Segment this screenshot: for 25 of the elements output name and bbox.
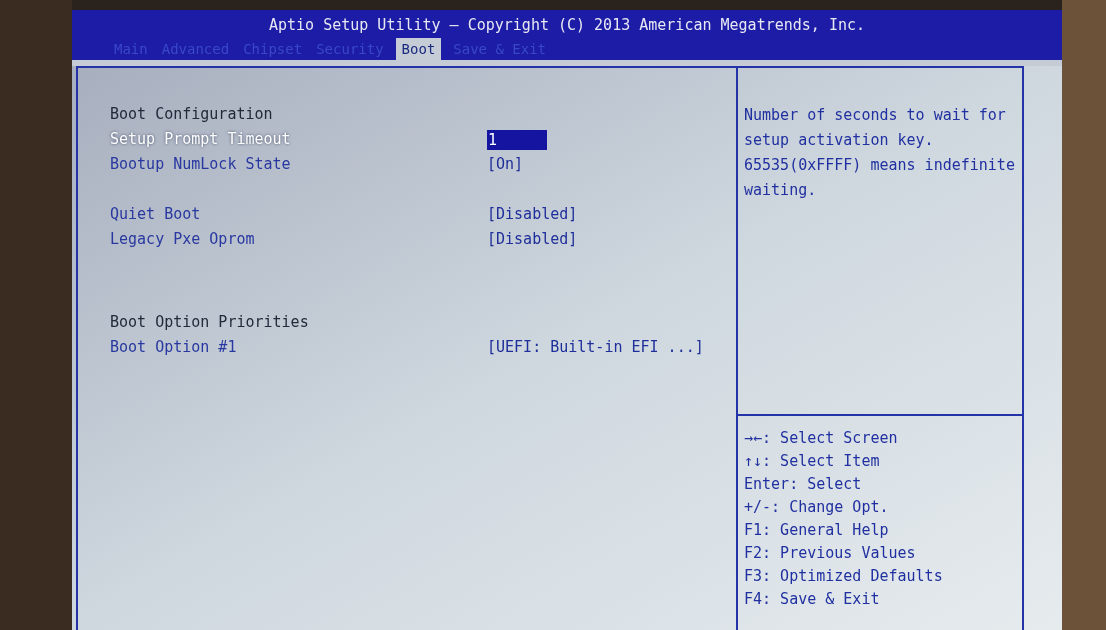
help-text-line: Number of seconds to wait for bbox=[744, 105, 1006, 126]
value-field[interactable]: 1 bbox=[487, 129, 547, 150]
key-hint: F2: Previous Values bbox=[744, 543, 916, 564]
key-hint: →←: Select Screen bbox=[744, 428, 898, 449]
setting-value[interactable]: [Disabled] bbox=[487, 203, 578, 226]
setting-label[interactable]: Quiet Boot bbox=[110, 203, 487, 226]
setting-label[interactable]: Bootup NumLock State bbox=[110, 153, 487, 176]
key-hint: F4: Save & Exit bbox=[744, 589, 880, 610]
setting-label[interactable]: Boot Option #1 bbox=[110, 336, 487, 359]
setting-value[interactable]: [UEFI: Built-in EFI ...] bbox=[487, 336, 704, 359]
key-hint: ↑↓: Select Item bbox=[744, 451, 880, 472]
key-hint: Enter: Select bbox=[744, 474, 862, 495]
setting-value[interactable]: [On] bbox=[487, 153, 524, 176]
setting-label[interactable]: Legacy Pxe Oprom bbox=[110, 228, 487, 251]
window-title: Aptio Setup Utility – Copyright (C) 2013 American Megatrends, Inc. bbox=[269, 14, 865, 36]
section-heading: Boot Option Priorities bbox=[110, 312, 309, 334]
key-hint: F3: Optimized Defaults bbox=[744, 566, 943, 587]
help-text-line: waiting. bbox=[744, 180, 817, 201]
setting-value[interactable]: [Disabled] bbox=[487, 228, 578, 251]
help-text-line: setup activation key. bbox=[744, 130, 934, 151]
section-heading: Boot Configuration bbox=[110, 104, 273, 126]
key-hint: +/-: Change Opt. bbox=[744, 497, 889, 518]
help-text-line: 65535(0xFFFF) means indefinite bbox=[744, 155, 1015, 176]
key-hint: F1: General Help bbox=[744, 520, 889, 541]
menu-tab[interactable]: Boot bbox=[395, 38, 442, 60]
